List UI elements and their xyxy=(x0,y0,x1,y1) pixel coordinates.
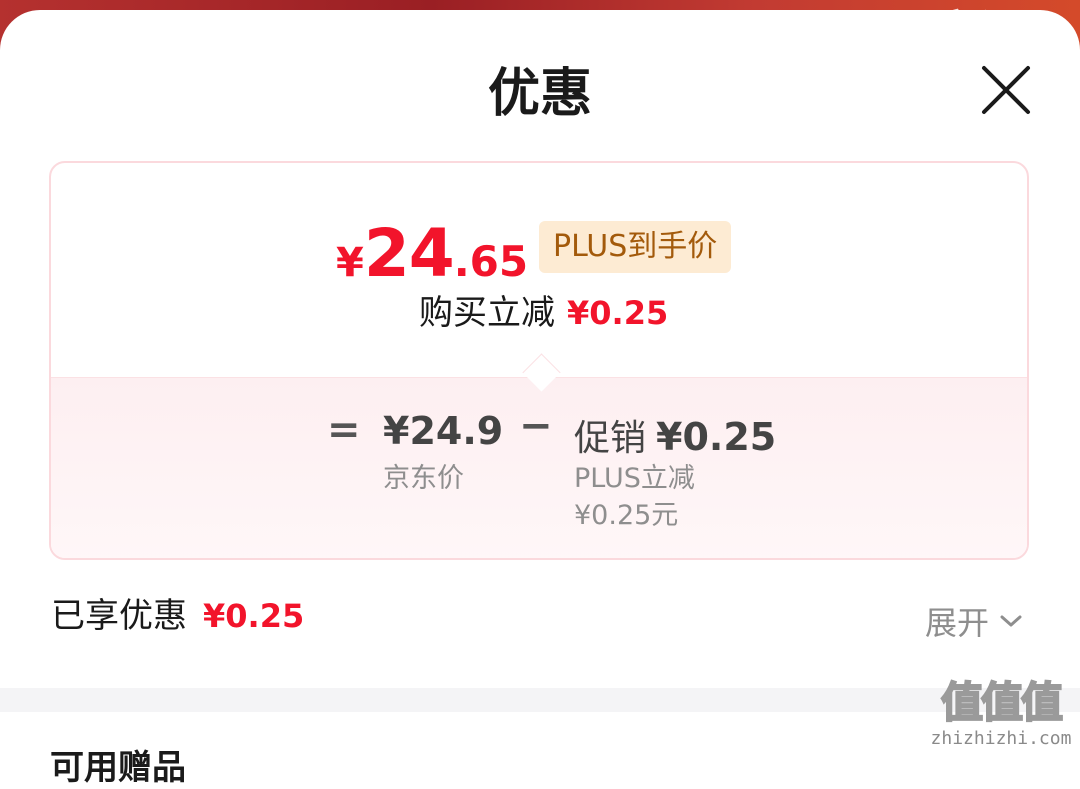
price-integer: 24 xyxy=(363,215,455,292)
section-divider xyxy=(0,688,1080,712)
jd-price-value: ¥24.9 xyxy=(383,409,504,453)
promo-detail-line2: ¥0.25元 xyxy=(574,500,679,531)
promo-title: 促销 ¥0.25 xyxy=(574,409,776,461)
promo-label: 促销 xyxy=(574,418,647,459)
jd-price-label: 京东价 xyxy=(383,463,464,494)
price-summary-card: ¥ 24 .65 PLUS到手价 购买立减 ¥0.25 = ¥24.9 京东价 −… xyxy=(49,161,1029,560)
watermark-url: zhizhizhi.com xyxy=(930,728,1072,749)
next-section-title: 可用赠品 xyxy=(50,748,186,788)
equals-sign: = xyxy=(327,407,361,453)
enjoyed-amount: ¥0.25 xyxy=(203,597,305,635)
enjoyed-discount: 已享优惠 ¥0.25 xyxy=(51,594,304,638)
promo-detail-line1: PLUS立减 xyxy=(574,463,695,494)
chevron-down-icon xyxy=(1000,615,1022,627)
expand-label: 展开 xyxy=(925,604,990,642)
close-button[interactable] xyxy=(978,62,1034,118)
plus-price-tag: PLUS到手价 xyxy=(539,221,732,273)
expand-button[interactable]: 展开 xyxy=(925,598,1023,644)
price-decimal: .65 xyxy=(453,237,529,286)
reduce-amount: ¥0.25 xyxy=(567,294,669,332)
instant-reduction: 购买立减 ¥0.25 xyxy=(419,291,668,335)
minus-sign: − xyxy=(519,403,553,449)
sheet-title: 优惠 xyxy=(487,64,592,124)
price-currency: ¥ xyxy=(336,240,364,286)
promo-amount: ¥0.25 xyxy=(656,415,777,459)
enjoyed-label: 已享优惠 xyxy=(51,596,187,636)
reduce-label: 购买立减 xyxy=(419,293,555,333)
discount-bottom-sheet: 优惠 ¥ 24 .65 PLUS到手价 购买立减 ¥0.25 = ¥24.9 京东… xyxy=(0,10,1080,762)
close-icon xyxy=(982,66,1030,114)
watermark: 值值值 zhizhizhi.com xyxy=(928,677,1074,762)
final-price: ¥ 24 .65 xyxy=(336,215,529,292)
watermark-logo: 值值值 xyxy=(940,677,1064,728)
